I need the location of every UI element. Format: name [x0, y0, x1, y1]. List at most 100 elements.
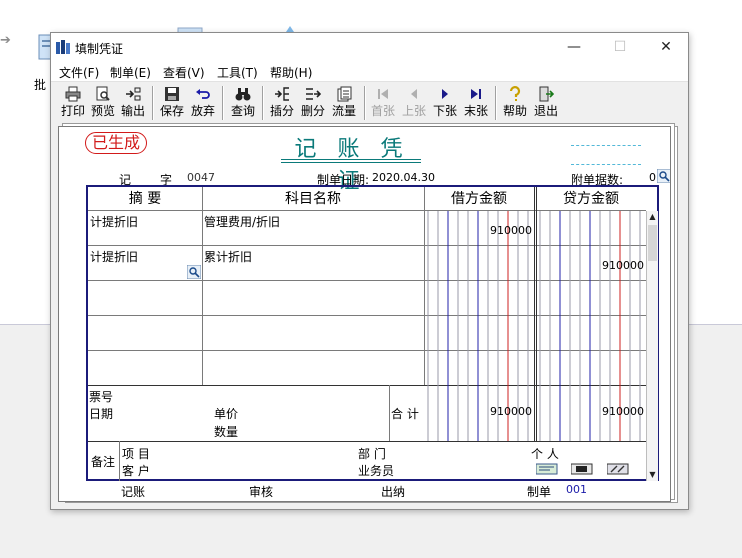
export-button[interactable]: 输出: [119, 84, 147, 122]
prev-voucher-button[interactable]: 上张: [400, 84, 428, 122]
attachment-lookup-icon[interactable]: [657, 169, 671, 183]
help-icon: [509, 86, 521, 101]
desktop-icon-label: 批: [34, 78, 47, 92]
toolbar-separator: [152, 86, 154, 120]
maker-label: 制单: [527, 485, 552, 499]
preview-icon: [96, 86, 110, 101]
save-button[interactable]: 保存: [158, 84, 186, 122]
amount-digit-lines: [427, 211, 641, 441]
remark-card-icon[interactable]: [536, 463, 558, 475]
voucher-window: 填制凭证 — ☐ ✕ 文件(F) 制单(E) 查看(V) 工具(T) 帮助(H)…: [50, 32, 689, 510]
flow-icon: [337, 86, 352, 102]
total-credit: 910000: [602, 405, 644, 418]
exit-icon: [539, 86, 554, 102]
minimize-button[interactable]: —: [551, 33, 597, 62]
window-title: 填制凭证: [75, 42, 124, 56]
cashier-label: 出纳: [381, 485, 406, 499]
exit-button[interactable]: 退出: [532, 84, 560, 122]
bookkeeper-label: 记账: [121, 485, 146, 499]
person-label: 个 人: [531, 447, 559, 461]
entry-1-account[interactable]: 管理费用/折旧: [204, 213, 280, 230]
help-label: 帮助: [502, 104, 527, 118]
toolbar-separator: [364, 86, 366, 120]
flow-label: 流量: [331, 104, 356, 118]
printer-icon: [65, 86, 81, 102]
save-icon: [165, 87, 179, 101]
maximize-button[interactable]: ☐: [597, 33, 643, 62]
grid-line: [88, 441, 646, 442]
discard-button[interactable]: 放弃: [189, 84, 217, 122]
entries-scrollbar[interactable]: ▲ ▼: [646, 211, 658, 481]
entry-2-credit[interactable]: 910000: [574, 259, 644, 272]
insert-row-label: 插分: [269, 104, 294, 118]
delete-row-button[interactable]: 删分: [299, 84, 327, 122]
grid-line: [119, 441, 120, 481]
next-icon: [442, 89, 448, 99]
insert-row-button[interactable]: 插分: [268, 84, 296, 122]
toolbar-separator: [495, 86, 497, 120]
desktop-arrow-icon: ➔: [0, 33, 11, 48]
salesperson-label: 业务员: [358, 464, 395, 478]
print-label: 打印: [60, 104, 85, 118]
scroll-up-icon[interactable]: ▲: [647, 211, 658, 223]
scroll-down-icon[interactable]: ▼: [647, 469, 658, 481]
attachments-count[interactable]: 0: [649, 171, 656, 184]
project-label: 项 目: [122, 447, 150, 461]
undo-icon: [196, 89, 210, 99]
close-button[interactable]: ✕: [643, 33, 689, 62]
query-button[interactable]: 查询: [229, 84, 257, 122]
delete-row-icon: [306, 88, 321, 100]
summary-lookup-icon[interactable]: [187, 265, 201, 279]
entry-1-debit[interactable]: 910000: [462, 224, 532, 237]
remark-tools-icon[interactable]: [607, 463, 629, 475]
prev-voucher-label: 上张: [401, 104, 426, 118]
binoculars-icon: [235, 88, 251, 101]
first-voucher-button[interactable]: 首张: [369, 84, 397, 122]
voucher-entry-grid: 摘 要 科目名称 借方金额 贷方金额 计提折旧 管理费用/折旧 910000 计…: [86, 185, 659, 481]
entry-1-summary[interactable]: 计提折旧: [90, 213, 138, 230]
last-icon: [471, 89, 481, 99]
voucher-date[interactable]: 2020.04.30: [372, 171, 435, 184]
save-label: 保存: [159, 104, 184, 118]
customer-label: 客 户: [122, 464, 150, 478]
first-voucher-label: 首张: [370, 104, 395, 118]
total-label: 合 计: [391, 407, 419, 421]
quantity-label: 数量: [214, 425, 239, 439]
help-button[interactable]: 帮助: [501, 84, 529, 122]
reviewer-label: 审核: [249, 485, 274, 499]
menu-file[interactable]: 文件(F): [59, 64, 99, 81]
insert-row-icon: [275, 87, 289, 101]
menu-help[interactable]: 帮助(H): [270, 64, 312, 81]
remark-contact-icon[interactable]: [571, 463, 593, 475]
delete-row-label: 删分: [300, 104, 325, 118]
maker-code: 001: [566, 483, 587, 496]
next-voucher-button[interactable]: 下张: [431, 84, 459, 122]
last-voucher-button[interactable]: 末张: [462, 84, 490, 122]
menu-tools[interactable]: 工具(T): [217, 64, 258, 81]
first-icon: [378, 89, 388, 99]
remarks-label: 备注: [91, 455, 116, 469]
title-bar[interactable]: 填制凭证 — ☐ ✕: [51, 33, 688, 62]
exit-label: 退出: [533, 104, 558, 118]
ticket-date-label: 日期: [89, 407, 114, 421]
export-label: 输出: [120, 104, 145, 118]
total-debit: 910000: [490, 405, 532, 418]
title-underline: [281, 162, 421, 163]
menu-view[interactable]: 查看(V): [163, 64, 205, 81]
voucher-sheet: 已生成 记 账 凭 证 记 字 0047 制单日期: 2020.04.30 附单…: [58, 126, 671, 502]
menu-make[interactable]: 制单(E): [110, 64, 151, 81]
entry-2-account[interactable]: 累计折旧: [204, 248, 252, 265]
preview-button[interactable]: 预览: [89, 84, 117, 122]
dashed-field: [571, 145, 641, 146]
print-button[interactable]: 打印: [59, 84, 87, 122]
scroll-thumb[interactable]: [648, 225, 657, 261]
voucher-number[interactable]: 0047: [187, 171, 215, 184]
toolbar: 打印 预览 输出 保存 放弃 查询 插分 删分 流量 首张 上张 下张 末张 帮…: [51, 81, 688, 123]
department-label: 部 门: [358, 447, 386, 461]
preview-label: 预览: [90, 104, 115, 118]
entry-2-summary[interactable]: 计提折旧: [90, 248, 138, 265]
unit-price-label: 单价: [214, 407, 239, 421]
flow-button[interactable]: 流量: [330, 84, 358, 122]
status-stamp: 已生成: [85, 132, 147, 154]
last-voucher-label: 末张: [463, 104, 488, 118]
